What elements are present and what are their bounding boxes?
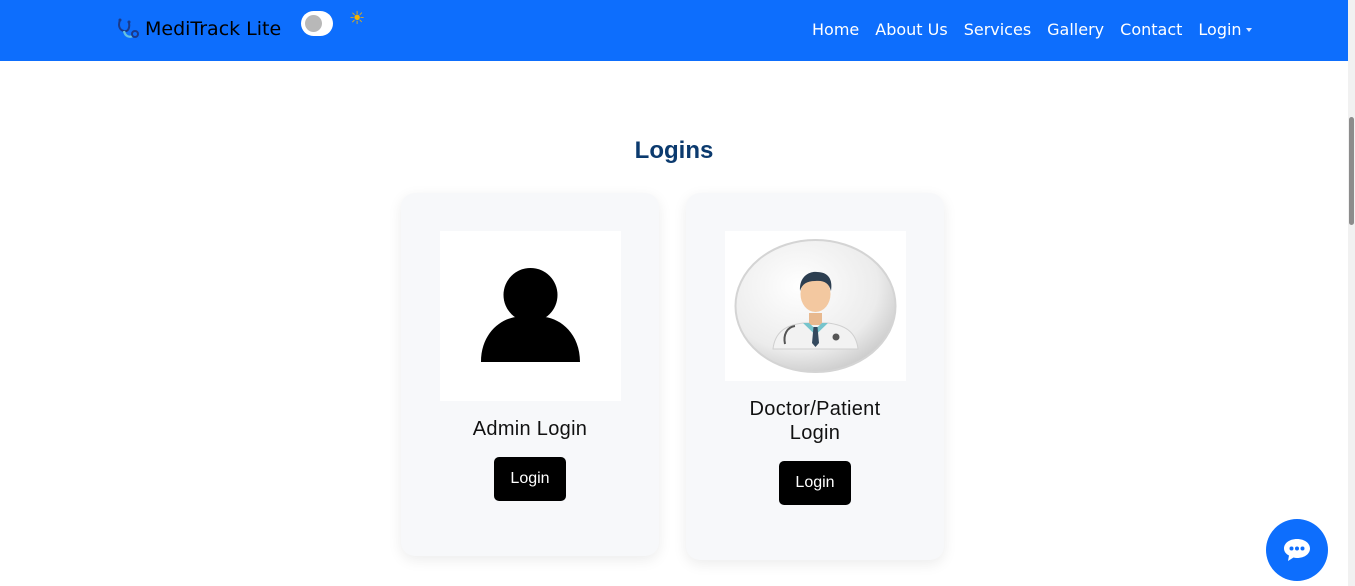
scrollbar-thumb[interactable]: [1349, 117, 1354, 225]
admin-login-card: Admin Login Login: [401, 193, 659, 556]
brand-name: MediTrack Lite: [145, 18, 282, 40]
nav-services[interactable]: Services: [964, 20, 1031, 39]
caret-down-icon: [1245, 27, 1252, 32]
admin-avatar-image: [440, 231, 621, 401]
nav-login-dropdown[interactable]: Login: [1198, 20, 1252, 39]
chat-bubble-icon: [1284, 539, 1310, 561]
page-title: Logins: [634, 137, 714, 164]
brand[interactable]: MediTrack Lite: [115, 17, 281, 41]
stethoscope-icon: [118, 18, 139, 38]
nav-home[interactable]: Home: [812, 20, 859, 39]
doctor-patient-login-label: Doctor/Patient Login: [749, 398, 881, 444]
nav-login-label: Login: [1198, 20, 1242, 39]
nav-about-us[interactable]: About Us: [875, 20, 947, 39]
toggle-knob: [305, 15, 322, 32]
sun-icon: ☀: [349, 8, 366, 29]
nav-links: Home About Us Services Gallery Contact L…: [812, 20, 1268, 39]
nav-contact[interactable]: Contact: [1120, 20, 1182, 39]
chat-button[interactable]: [1266, 519, 1328, 581]
person-icon: [481, 268, 580, 362]
doctor-avatar-image: [725, 231, 906, 381]
admin-login-button[interactable]: Login: [494, 457, 566, 501]
admin-login-label: Admin Login: [472, 418, 588, 440]
doctor-icon: [734, 239, 897, 373]
navbar: MediTrack Lite ☀ Home About Us Services …: [0, 0, 1348, 61]
doctor-patient-login-button[interactable]: Login: [779, 461, 851, 505]
theme-toggle[interactable]: [301, 11, 333, 36]
scrollbar[interactable]: [1348, 0, 1355, 586]
nav-gallery[interactable]: Gallery: [1047, 20, 1104, 39]
doctor-patient-login-card: Doctor/Patient Login Login: [686, 193, 944, 560]
